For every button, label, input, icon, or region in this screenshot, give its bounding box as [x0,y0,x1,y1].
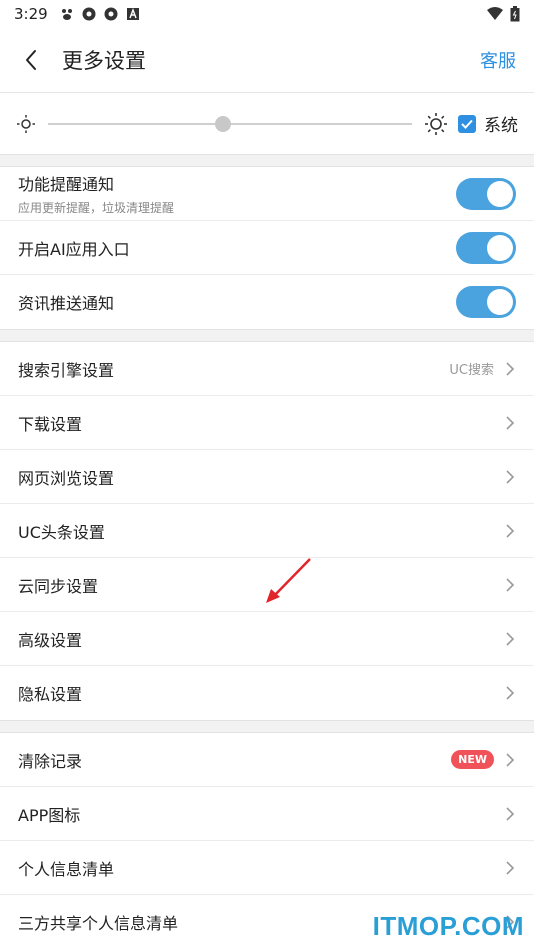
row-label: 下载设置 [18,414,83,434]
setting-row-advanced[interactable]: 高级设置 [0,612,534,666]
row-label: 开启AI应用入口 [18,239,130,259]
toggle-row-ai-entry: 开启AI应用入口 [0,221,534,275]
row-label: 云同步设置 [18,576,99,596]
ai-entry-toggle[interactable] [456,231,516,264]
a-box-icon [126,8,139,20]
row-label: 网页浏览设置 [18,468,115,488]
header: 更多设置 客服 [0,28,534,92]
chevron-right-icon [506,523,515,538]
status-time: 3:29 [14,5,48,23]
chevron-right-icon [506,686,515,700]
more-row-app-icon[interactable]: APP图标 [0,787,534,841]
chevron-right-icon [506,361,515,376]
system-brightness-checkbox[interactable] [458,114,476,133]
customer-service-link[interactable]: 客服 [480,47,516,73]
setting-row-privacy[interactable]: 隐私设置 [0,666,534,720]
setting-row-browsing[interactable]: 网页浏览设置 [0,450,534,504]
brightness-low-icon [17,114,35,133]
chevron-right-icon [506,631,515,646]
chevron-right-icon [506,469,515,484]
setting-row-download[interactable]: 下载设置 [0,396,534,450]
section-divider [0,154,534,167]
chevron-right-icon [506,577,515,592]
battery-icon [510,6,520,22]
toggle-knob [487,234,513,261]
brightness-row: 系统 [0,92,534,154]
check-icon [461,119,473,129]
status-notification-icons [60,7,140,21]
row-label: 清除记录 [18,751,83,771]
feature-notify-toggle[interactable] [456,177,516,210]
page-title: 更多设置 [62,49,146,73]
watermark: ITMOP.COM [372,911,524,941]
row-label: 三方共享个人信息清单 [18,914,179,933]
status-right [486,6,520,22]
toggle-row-news-push: 资讯推送通知 [0,275,534,329]
setting-row-search-engine[interactable]: 搜索引擎设置 UC搜索 [0,342,534,396]
search-engine-value: UC搜索 [449,363,494,378]
toggle-row-feature-notify: 功能提醒通知 应用更新提醒，垃圾清理提醒 [0,167,534,221]
row-label: 搜索引擎设置 [18,360,115,380]
wifi-icon [487,7,503,20]
section-divider [0,720,534,733]
section-divider [0,329,534,342]
shutter-icon [104,7,118,21]
row-label: 功能提醒通知 [18,175,115,194]
more-row-clear-records[interactable]: 清除记录 NEW [0,733,534,787]
chevron-right-icon [506,806,515,821]
status-bar: 3:29 [0,0,534,28]
brightness-slider[interactable] [48,113,412,135]
toggle-knob [487,180,513,207]
row-label: UC头条设置 [18,522,105,542]
row-label: 隐私设置 [18,685,83,704]
annotation-arrow-icon [266,558,311,603]
shutter-icon [82,7,96,21]
settings-section: 搜索引擎设置 UC搜索 下载设置 网页浏览设置 UC头条设置 云同步设置 高级设… [0,342,534,720]
new-badge: NEW [451,750,494,769]
setting-row-uc-headlines[interactable]: UC头条设置 [0,504,534,558]
brightness-high-icon [425,112,447,135]
more-row-personal-info[interactable]: 个人信息清单 [0,841,534,895]
chevron-right-icon [506,752,515,767]
row-label: APP图标 [18,805,81,825]
news-push-toggle[interactable] [456,286,516,318]
row-sublabel: 应用更新提醒，垃圾清理提醒 [18,201,175,215]
chevron-left-icon [26,50,36,70]
row-label: 个人信息清单 [18,859,115,879]
row-label: 资讯推送通知 [18,294,115,313]
baidu-icon [61,9,72,20]
chevron-right-icon [506,415,515,430]
system-brightness-label: 系统 [484,116,518,136]
toggle-knob [487,289,513,315]
chevron-right-icon [506,860,515,875]
row-label: 高级设置 [18,630,83,650]
slider-thumb[interactable] [214,115,231,132]
back-button[interactable] [18,47,44,73]
toggle-section: 功能提醒通知 应用更新提醒，垃圾清理提醒 开启AI应用入口 资讯推送通知 [0,167,534,329]
